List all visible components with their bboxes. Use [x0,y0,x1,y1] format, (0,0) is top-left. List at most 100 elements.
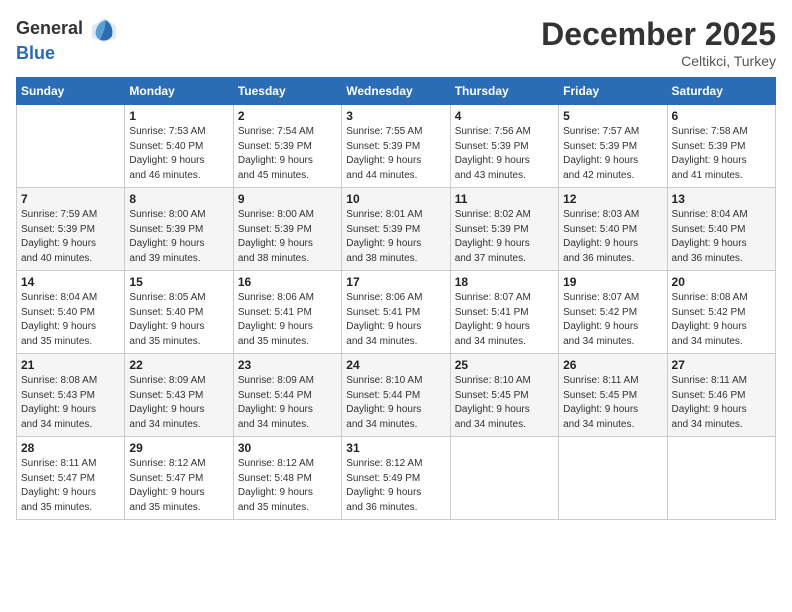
calendar-cell: 2Sunrise: 7:54 AMSunset: 5:39 PMDaylight… [233,105,341,188]
col-header-saturday: Saturday [667,78,775,105]
calendar-header-row: SundayMondayTuesdayWednesdayThursdayFrid… [17,78,776,105]
day-detail: Sunrise: 7:53 AMSunset: 5:40 PMDaylight:… [129,125,228,183]
calendar-cell: 6 Sunrise: 7:58 AMSunset: 5:39 PMDaylight… [667,105,775,188]
day-detail: Sunrise: 8:12 AMSunset: 5:48 PMDaylight:… [238,457,337,515]
day-number: 24 [346,358,445,372]
week-row-5: 28 Sunrise: 8:11 AMSunset: 5:47 PMDayligh… [17,437,776,520]
day-number: 28 [21,441,120,455]
day-detail: Sunrise: 8:08 AMSunset: 5:43 PMDaylight:… [21,374,120,432]
calendar-cell [17,105,125,188]
calendar-cell: 10 Sunrise: 8:01 AMSunset: 5:39 PMDayligh… [342,188,450,271]
header: General Blue December 2025 Celtikci, Tur… [16,16,776,69]
day-detail: Sunrise: 8:09 AMSunset: 5:43 PMDaylight:… [129,374,228,432]
day-number: 21 [21,358,120,372]
day-detail: Sunrise: 8:08 AMSunset: 5:42 PMDaylight:… [672,291,771,349]
logo-general: General [16,16,118,44]
calendar-cell: 9 Sunrise: 8:00 AMSunset: 5:39 PMDaylight… [233,188,341,271]
day-detail: Sunrise: 8:01 AMSunset: 5:39 PMDaylight:… [346,208,445,266]
calendar-cell: 3Sunrise: 7:55 AMSunset: 5:39 PMDaylight… [342,105,450,188]
day-number: 1 [129,109,228,123]
calendar-cell: 20 Sunrise: 8:08 AMSunset: 5:42 PMDayligh… [667,271,775,354]
logo: General Blue [16,16,118,64]
col-header-wednesday: Wednesday [342,78,450,105]
calendar-cell: 21 Sunrise: 8:08 AMSunset: 5:43 PMDayligh… [17,354,125,437]
calendar-cell: 27Sunrise: 8:11 AMSunset: 5:46 PMDayligh… [667,354,775,437]
day-number: 18 [455,275,554,289]
calendar-cell: 15 Sunrise: 8:05 AMSunset: 5:40 PMDayligh… [125,271,233,354]
day-detail: Sunrise: 8:11 AMSunset: 5:45 PMDaylight:… [563,374,662,432]
day-detail: Sunrise: 8:06 AMSunset: 5:41 PMDaylight:… [346,291,445,349]
day-detail: Sunrise: 8:03 AMSunset: 5:40 PMDaylight:… [563,208,662,266]
calendar-cell: 11Sunrise: 8:02 AMSunset: 5:39 PMDayligh… [450,188,558,271]
day-number: 31 [346,441,445,455]
day-number: 8 [129,192,228,206]
day-number: 9 [238,192,337,206]
day-number: 29 [129,441,228,455]
calendar-cell: 18Sunrise: 8:07 AMSunset: 5:41 PMDayligh… [450,271,558,354]
calendar-cell: 4 Sunrise: 7:56 AMSunset: 5:39 PMDaylight… [450,105,558,188]
calendar-cell: 12 Sunrise: 8:03 AMSunset: 5:40 PMDayligh… [559,188,667,271]
day-detail: Sunrise: 8:09 AMSunset: 5:44 PMDaylight:… [238,374,337,432]
day-detail: Sunrise: 7:57 AMSunset: 5:39 PMDaylight:… [563,125,662,183]
day-detail: Sunrise: 8:00 AMSunset: 5:39 PMDaylight:… [129,208,228,266]
calendar-cell [450,437,558,520]
day-number: 14 [21,275,120,289]
calendar-cell: 17 Sunrise: 8:06 AMSunset: 5:41 PMDayligh… [342,271,450,354]
calendar-cell: 30 Sunrise: 8:12 AMSunset: 5:48 PMDayligh… [233,437,341,520]
calendar-cell: 29Sunrise: 8:12 AMSunset: 5:47 PMDayligh… [125,437,233,520]
day-detail: Sunrise: 8:06 AMSunset: 5:41 PMDaylight:… [238,291,337,349]
day-detail: Sunrise: 8:00 AMSunset: 5:39 PMDaylight:… [238,208,337,266]
day-number: 26 [563,358,662,372]
calendar-cell [667,437,775,520]
day-number: 20 [672,275,771,289]
day-number: 4 [455,109,554,123]
day-detail: Sunrise: 8:11 AMSunset: 5:47 PMDaylight:… [21,457,120,515]
month-title: December 2025 [541,16,776,53]
col-header-thursday: Thursday [450,78,558,105]
calendar-cell: 26 Sunrise: 8:11 AMSunset: 5:45 PMDayligh… [559,354,667,437]
day-detail: Sunrise: 7:58 AMSunset: 5:39 PMDaylight:… [672,125,771,183]
day-detail: Sunrise: 8:10 AMSunset: 5:44 PMDaylight:… [346,374,445,432]
day-number: 12 [563,192,662,206]
day-detail: Sunrise: 7:54 AMSunset: 5:39 PMDaylight:… [238,125,337,183]
calendar-cell: 23Sunrise: 8:09 AMSunset: 5:44 PMDayligh… [233,354,341,437]
day-number: 22 [129,358,228,372]
day-detail: Sunrise: 8:05 AMSunset: 5:40 PMDaylight:… [129,291,228,349]
week-row-3: 14Sunrise: 8:04 AMSunset: 5:40 PMDayligh… [17,271,776,354]
calendar-cell: 28 Sunrise: 8:11 AMSunset: 5:47 PMDayligh… [17,437,125,520]
day-number: 5 [563,109,662,123]
day-detail: Sunrise: 7:56 AMSunset: 5:39 PMDaylight:… [455,125,554,183]
week-row-4: 21 Sunrise: 8:08 AMSunset: 5:43 PMDayligh… [17,354,776,437]
calendar-cell: 7 Sunrise: 7:59 AMSunset: 5:39 PMDaylight… [17,188,125,271]
day-detail: Sunrise: 7:59 AMSunset: 5:39 PMDaylight:… [21,208,120,266]
week-row-2: 7 Sunrise: 7:59 AMSunset: 5:39 PMDaylight… [17,188,776,271]
day-number: 30 [238,441,337,455]
col-header-monday: Monday [125,78,233,105]
calendar-cell: 16Sunrise: 8:06 AMSunset: 5:41 PMDayligh… [233,271,341,354]
day-number: 7 [21,192,120,206]
day-number: 25 [455,358,554,372]
col-header-tuesday: Tuesday [233,78,341,105]
calendar-cell: 5 Sunrise: 7:57 AMSunset: 5:39 PMDaylight… [559,105,667,188]
calendar-cell: 14Sunrise: 8:04 AMSunset: 5:40 PMDayligh… [17,271,125,354]
title-area: December 2025 Celtikci, Turkey [541,16,776,69]
location-title: Celtikci, Turkey [541,53,776,69]
col-header-friday: Friday [559,78,667,105]
day-number: 15 [129,275,228,289]
calendar-cell: 25Sunrise: 8:10 AMSunset: 5:45 PMDayligh… [450,354,558,437]
calendar-cell: 22 Sunrise: 8:09 AMSunset: 5:43 PMDayligh… [125,354,233,437]
calendar-cell: 8 Sunrise: 8:00 AMSunset: 5:39 PMDaylight… [125,188,233,271]
day-number: 27 [672,358,771,372]
day-detail: Sunrise: 8:07 AMSunset: 5:42 PMDaylight:… [563,291,662,349]
day-number: 10 [346,192,445,206]
day-number: 19 [563,275,662,289]
col-header-sunday: Sunday [17,78,125,105]
day-detail: Sunrise: 8:12 AMSunset: 5:49 PMDaylight:… [346,457,445,515]
day-detail: Sunrise: 8:02 AMSunset: 5:39 PMDaylight:… [455,208,554,266]
calendar-cell: 24 Sunrise: 8:10 AMSunset: 5:44 PMDayligh… [342,354,450,437]
day-number: 17 [346,275,445,289]
calendar-cell [559,437,667,520]
day-number: 6 [672,109,771,123]
calendar: SundayMondayTuesdayWednesdayThursdayFrid… [16,77,776,520]
day-number: 13 [672,192,771,206]
